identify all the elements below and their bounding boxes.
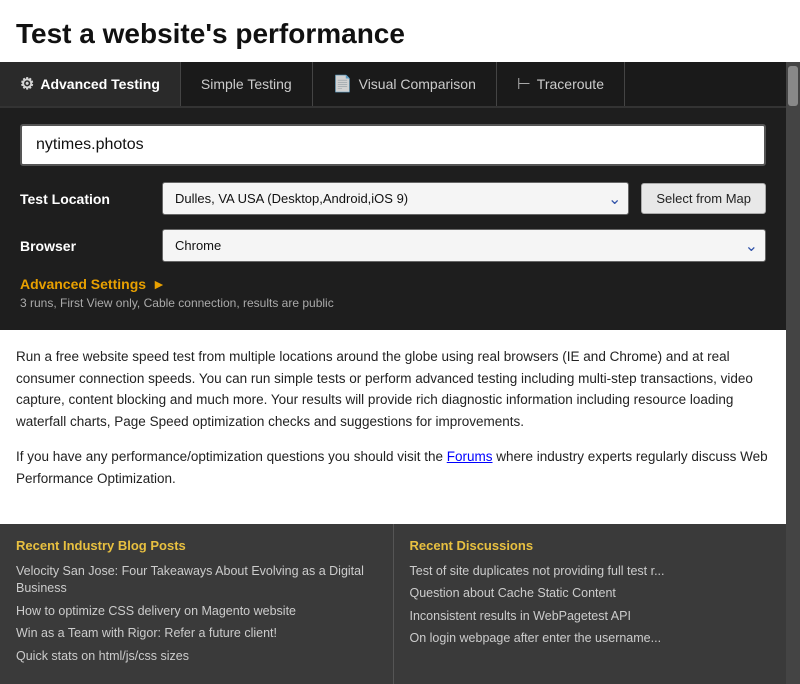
description-para2-before: If you have any performance/optimization… — [16, 449, 447, 464]
list-item: Test of site duplicates not providing fu… — [410, 563, 771, 581]
tab-advanced-label: Advanced Testing — [40, 76, 160, 92]
description-para1: Run a free website speed test from multi… — [16, 346, 770, 432]
description-para2: If you have any performance/optimization… — [16, 446, 770, 489]
blog-title: Recent Industry Blog Posts — [16, 538, 377, 553]
main-panel: Test Location Dulles, VA USA (Desktop,An… — [0, 108, 786, 330]
tab-visual[interactable]: 📄 Visual Comparison — [313, 62, 497, 106]
discussions-title: Recent Discussions — [410, 538, 771, 553]
select-from-map-button[interactable]: Select from Map — [641, 183, 766, 214]
tabs-bar: ⚙ Advanced Testing Simple Testing 📄 Visu… — [0, 62, 786, 108]
advanced-settings-link[interactable]: Advanced Settings — [20, 276, 146, 292]
advanced-icon: ⚙ — [20, 74, 34, 94]
test-location-select[interactable]: Dulles, VA USA (Desktop,Android,iOS 9) — [162, 182, 629, 215]
bottom-panels: Recent Industry Blog Posts Velocity San … — [0, 524, 786, 684]
advanced-settings-arrow-icon: ► — [152, 276, 166, 292]
description-section: Run a free website speed test from multi… — [0, 330, 786, 516]
scrollbar-thumb[interactable] — [788, 66, 798, 106]
blog-col: Recent Industry Blog Posts Velocity San … — [0, 524, 394, 684]
test-location-label: Test Location — [20, 191, 150, 207]
visual-icon: 📄 — [333, 74, 353, 94]
list-item: How to optimize CSS delivery on Magento … — [16, 603, 377, 621]
list-item: Inconsistent results in WebPagetest API — [410, 608, 771, 626]
test-location-select-wrapper: Dulles, VA USA (Desktop,Android,iOS 9) ⌄ — [162, 182, 629, 215]
tab-traceroute-label: Traceroute — [537, 76, 604, 92]
browser-row: Browser Chrome ⌄ — [20, 229, 766, 262]
browser-label: Browser — [20, 238, 150, 254]
forums-link[interactable]: Forums — [447, 449, 493, 464]
list-item: On login webpage after enter the usernam… — [410, 630, 771, 648]
tab-visual-label: Visual Comparison — [359, 76, 476, 92]
list-item: Velocity San Jose: Four Takeaways About … — [16, 563, 377, 598]
test-location-row: Test Location Dulles, VA USA (Desktop,An… — [20, 182, 766, 215]
url-input[interactable] — [20, 124, 766, 166]
page-title: Test a website's performance — [0, 0, 800, 62]
url-input-wrapper — [20, 124, 766, 166]
tab-simple[interactable]: Simple Testing — [181, 62, 313, 106]
scrollbar[interactable] — [786, 62, 800, 684]
list-item: Quick stats on html/js/css sizes — [16, 648, 377, 666]
browser-select-wrapper: Chrome ⌄ — [162, 229, 766, 262]
traceroute-icon: ⊢ — [517, 74, 531, 94]
tab-traceroute[interactable]: ⊢ Traceroute — [497, 62, 625, 106]
settings-summary: 3 runs, First View only, Cable connectio… — [20, 296, 766, 310]
tab-simple-label: Simple Testing — [201, 76, 292, 92]
browser-select[interactable]: Chrome — [162, 229, 766, 262]
tab-advanced[interactable]: ⚙ Advanced Testing — [0, 62, 181, 106]
list-item: Win as a Team with Rigor: Refer a future… — [16, 625, 377, 643]
discussions-col: Recent Discussions Test of site duplicat… — [394, 524, 787, 684]
advanced-settings-row: Advanced Settings ► — [20, 276, 766, 292]
